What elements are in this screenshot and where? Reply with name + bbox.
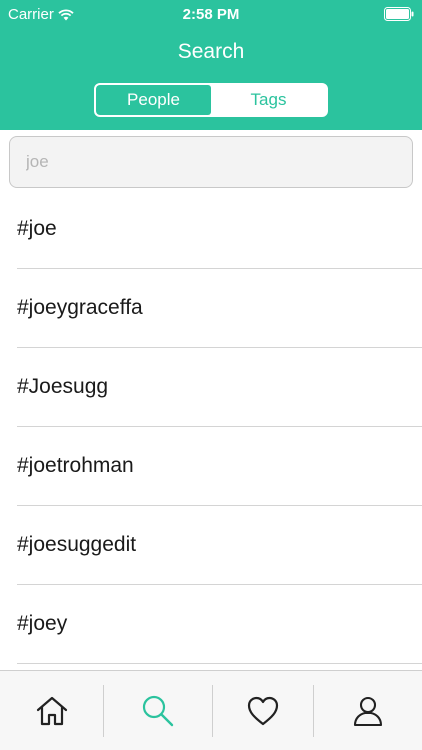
profile-icon [353,696,383,726]
segmented-control: People Tags [94,83,328,117]
list-item[interactable]: #joesuggedit [0,506,422,585]
status-time: 2:58 PM [182,6,240,23]
list-item[interactable]: #joey [0,585,422,664]
list-item[interactable]: #joe [0,190,422,269]
search-screen: Carrier 2:58 PM Search People Tags joe #… [0,0,422,750]
results-list: #joe #joeygraceffa #Joesugg #joetrohman … [0,190,422,670]
segment-tags-label: Tags [250,90,287,109]
header-bar: Carrier 2:58 PM Search People Tags [0,0,422,130]
list-item-label: #joesuggedit [17,533,137,556]
list-item[interactable]: #Joesugg [0,348,422,427]
list-item[interactable]: #joeygraceffa [0,269,422,348]
list-item-label: #Joesugg [17,375,109,398]
tab-profile[interactable] [314,671,422,750]
tab-search[interactable] [104,671,212,750]
tab-home[interactable] [0,671,103,750]
tab-bar [0,670,422,750]
home-icon [36,696,67,725]
status-bar: Carrier 2:58 PM [0,0,422,30]
list-item[interactable]: #joetrohman [0,427,422,506]
heart-icon [247,696,279,725]
segment-tags[interactable]: Tags [211,85,326,115]
search-icon [142,695,174,726]
list-divider [17,663,422,664]
page-title: Search [177,40,245,63]
list-item-label: #joey [17,612,68,635]
list-item-label: #joe [17,217,57,240]
tab-favorites[interactable] [213,671,313,750]
list-item-label: #joetrohman [17,454,134,477]
segment-people-label: People [127,90,180,109]
list-item-label: #joeygraceffa [17,296,143,319]
battery-icon [384,7,414,21]
segment-people[interactable]: People [96,85,211,115]
search-field-container [9,136,413,188]
search-input[interactable] [10,137,412,187]
